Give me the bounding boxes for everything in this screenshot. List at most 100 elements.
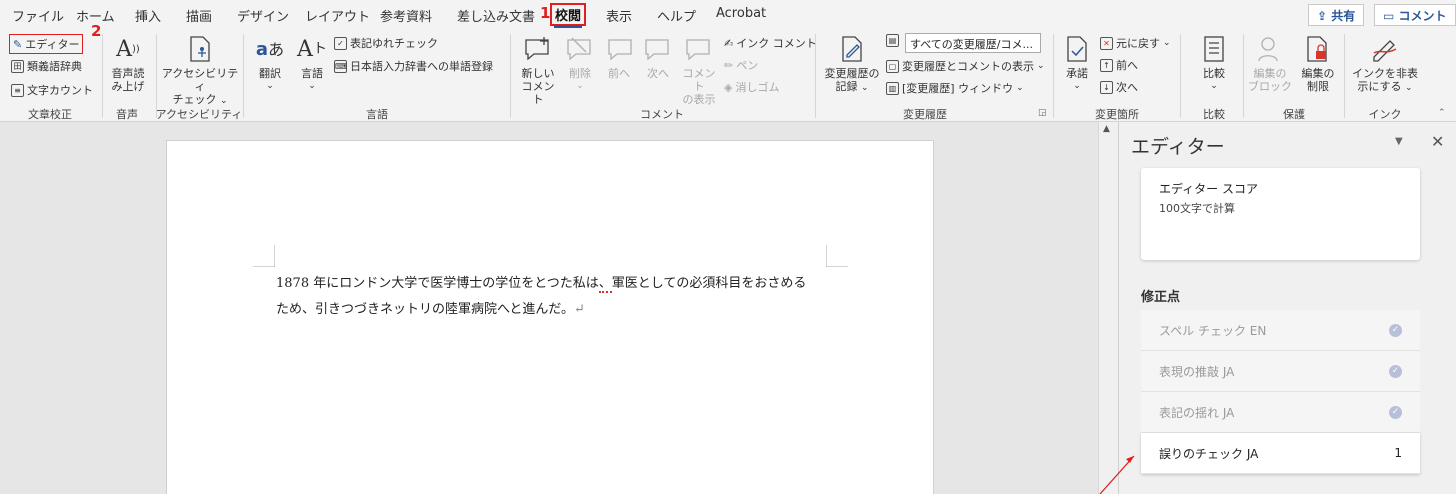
share-label: 共有 [1331,9,1356,23]
flagged-error-text[interactable]: 、 [598,276,612,293]
close-icon[interactable]: ✕ [1431,132,1444,151]
pen-button[interactable]: ✏ ペン [724,57,758,73]
comments-label: コメント [1398,9,1447,23]
pane-options-chevron-icon[interactable]: ▼ [1395,136,1403,147]
hide-ink-label-2: 示にする [1357,80,1402,93]
tab-review[interactable]: 校閲 [550,3,587,28]
document-body-text[interactable]: 1878 年にロンドン大学で医学博士の学位をとつた私は、軍医としての必須科目をお… [276,271,836,323]
chevron-down-icon: ⌄ [1037,61,1045,71]
eraser-button[interactable]: ◈ 消しゴム [724,79,779,95]
markup-view-dropdown[interactable]: すべての変更履歴/コメ... ⌄ [905,33,1041,53]
show-comments-icon [684,34,714,64]
step-1-label: 1 [540,4,551,22]
editor-button[interactable]: ✎ エディター [9,34,84,54]
track-changes-label-1: 変更履歴の [824,67,880,80]
document-page[interactable]: 1878 年にロンドン大学で医学博士の学位をとつた私は、軍医としての必須科目をお… [166,140,934,494]
group-divider [815,34,816,118]
comments-button[interactable]: ▭ コメント [1374,4,1456,26]
ime-dictionary-button[interactable]: ⌨ 日本語入力辞書への単語登録 [334,58,493,74]
thesaurus-button[interactable]: 田 類義語辞典 [11,58,82,74]
next-change-button[interactable]: ↓ 次へ [1100,79,1138,95]
reviewing-pane-icon: ▥ [886,81,899,95]
ink-comment-label: インク コメント [736,37,817,50]
group-speech-label: 音声 [116,108,138,121]
next-comment-button[interactable]: 次へ [640,34,676,80]
group-language-label: 言語 [366,108,388,121]
show-markup-label: 変更履歴とコメントの表示 [902,60,1034,73]
previous-change-button[interactable]: ↑ 前へ [1100,57,1138,73]
menu-bar: ファイル ホーム 挿入 描画 デザイン レイアウト 参考資料 差し込み文書 1 … [0,0,1456,30]
chevron-down-icon: ⌄ [860,83,869,93]
tab-mailings[interactable]: 差し込み文書 [457,6,535,25]
correction-item-errors[interactable]: 誤りのチェック JA 1 [1141,433,1420,474]
block-authors-button[interactable]: 編集の ブロック [1248,34,1292,93]
correction-label: 誤りのチェック JA [1159,446,1259,461]
collapse-ribbon-icon[interactable]: ⌃ [1438,108,1446,118]
chevron-down-icon: ⌄ [1405,83,1413,93]
reviewing-pane-button[interactable]: ▥ [変更履歴] ウィンドウ ⌄ [886,80,1024,96]
accessibility-check-button[interactable]: アクセシビリティ チェック ⌄ [160,34,240,108]
scroll-up-icon[interactable]: ▲ [1103,124,1110,134]
track-changes-button[interactable]: 変更履歴の 記録 ⌄ [822,34,882,95]
tab-view[interactable]: 表示 [606,6,632,25]
previous-comment-label: 前へ [608,67,630,80]
dialog-launcher-icon[interactable]: ◲ [1038,108,1047,118]
delete-comment-button[interactable]: 削除 ⌄ [562,34,598,93]
previous-comment-button[interactable]: 前へ [601,34,637,80]
hide-ink-button[interactable]: インクを非表 示にする ⌄ [1350,34,1420,95]
ink-comment-button[interactable]: ✍ インク コメント [724,35,817,51]
group-changes-label: 変更箇所 [1095,108,1139,121]
read-aloud-button[interactable]: A)) 音声読 み上げ [108,34,148,93]
translate-button[interactable]: aあ 翻訳 ⌄ [250,34,290,93]
editor-score-card[interactable]: エディター スコア 100文字で計算 [1141,168,1420,260]
read-aloud-icon: A)) [116,36,140,62]
correction-item-consistency[interactable]: 表記の揺れ JA ✓ [1141,392,1420,433]
tab-references[interactable]: 参考資料 [380,6,432,25]
share-button[interactable]: ⇪ 共有 [1308,4,1365,26]
variant-check-button[interactable]: ✓ 表記ゆれチェック [334,35,438,51]
markup-view-value: すべての変更履歴/コメ... [910,38,1033,51]
language-button[interactable]: Aト 言語 ⌄ [292,34,332,93]
correction-item-spelling[interactable]: スペル チェック EN ✓ [1141,310,1420,351]
tab-acrobat[interactable]: Acrobat [716,6,766,21]
show-comments-label-1: コメント [682,67,716,93]
tab-help[interactable]: ヘルプ [657,6,696,25]
group-compare-label: 比較 [1203,108,1225,121]
chevron-down-icon: ⌄ [1073,81,1081,91]
group-divider [243,34,244,118]
read-aloud-label-1: 音声読 [111,67,145,80]
translate-icon: aあ [255,38,285,60]
tab-draw[interactable]: 描画 [186,6,212,25]
restrict-editing-label-1: 編集の [1301,67,1335,80]
previous-change-label: 前へ [1116,59,1138,72]
variant-check-label: 表記ゆれチェック [350,37,438,50]
accept-button[interactable]: 承諾 ⌄ [1059,34,1095,93]
compare-button[interactable]: 比較 ⌄ [1194,34,1234,93]
hide-ink-icon [1370,34,1400,64]
reject-button[interactable]: ✕ 元に戻す ⌄ [1100,35,1171,51]
track-changes-label-2: 記録 [835,80,858,93]
show-markup-button[interactable]: ▢ 変更履歴とコメントの表示 ⌄ [886,58,1045,74]
restrict-editing-label-2: 制限 [1307,80,1329,93]
chevron-down-icon: ⌄ [1028,52,1036,53]
tab-file[interactable]: ファイル [12,6,64,25]
delete-comment-label: 削除 [569,67,591,80]
tab-insert[interactable]: 挿入 [135,6,161,25]
show-comments-label-2: の表示 [682,93,716,106]
vertical-scrollbar[interactable]: ▲ [1098,122,1118,494]
ime-dictionary-label: 日本語入力辞書への単語登録 [350,60,493,73]
word-count-button[interactable]: ≡ 文字カウント [11,82,93,98]
restrict-editing-button[interactable]: 編集の 制限 [1298,34,1338,93]
paragraph-mark-icon: ↵ [573,302,585,317]
group-comments-label: コメント [640,108,684,121]
new-comment-button[interactable]: 新しい コメント [517,34,559,106]
variant-check-icon: ✓ [334,36,347,50]
correction-item-refinement[interactable]: 表現の推敲 JA ✓ [1141,351,1420,392]
check-circle-icon: ✓ [1389,364,1402,378]
tab-design[interactable]: デザイン [237,6,289,25]
tab-layout[interactable]: レイアウト [305,6,370,25]
show-comments-button[interactable]: コメント の表示 [679,34,719,106]
crop-mark [253,245,275,267]
block-authors-icon [1255,34,1285,64]
hide-ink-label-1: インクを非表 [1352,67,1418,80]
